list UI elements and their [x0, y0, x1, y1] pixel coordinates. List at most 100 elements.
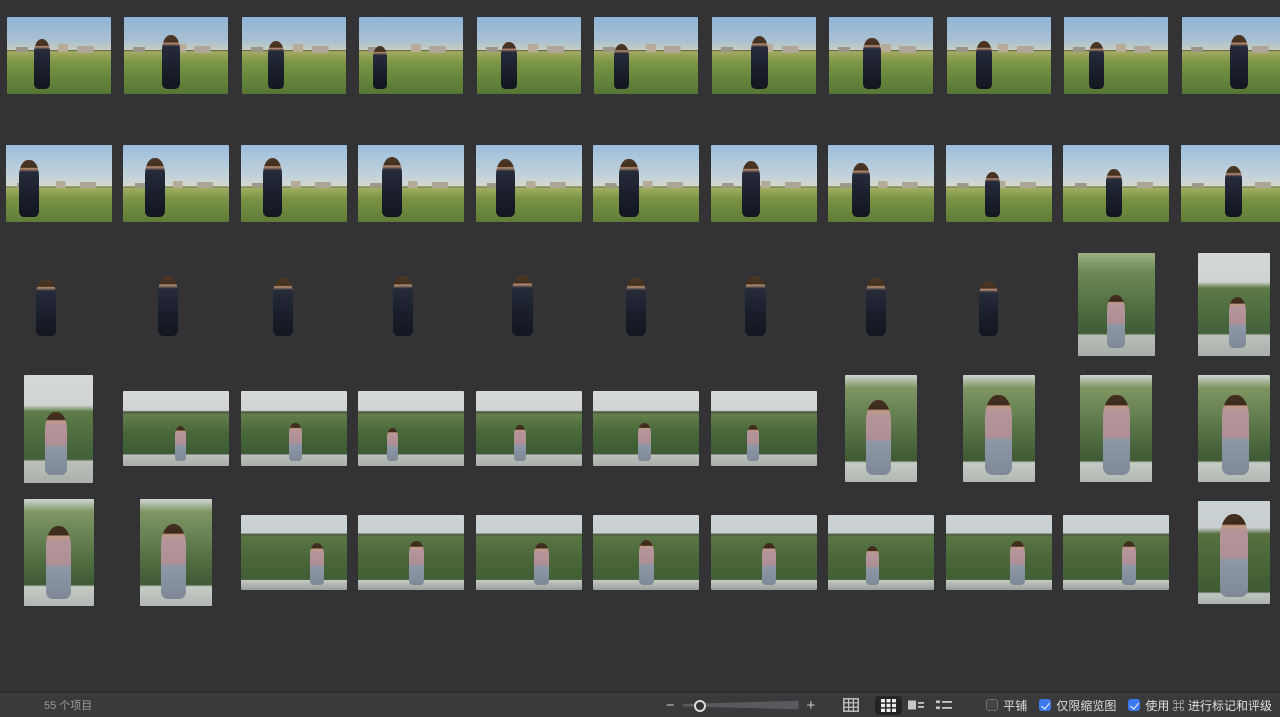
photo-thumbnail[interactable] — [241, 391, 347, 466]
person-figure — [393, 276, 413, 336]
photo-thumbnail[interactable] — [594, 267, 699, 342]
photo-thumbnail[interactable] — [946, 515, 1052, 590]
list-view-button[interactable] — [930, 696, 958, 715]
person-figure — [985, 395, 1012, 474]
photo-thumbnail[interactable] — [593, 145, 699, 222]
photo-thumbnail[interactable] — [946, 145, 1052, 222]
photo-thumbnail[interactable] — [1182, 17, 1280, 94]
photo-thumbnail[interactable] — [829, 17, 933, 94]
grid-cell — [823, 145, 941, 222]
photo-thumbnail[interactable] — [1063, 145, 1169, 222]
photo-thumbnail[interactable] — [829, 267, 934, 342]
person-figure — [1230, 35, 1248, 89]
checked-checkbox-icon[interactable] — [1128, 699, 1140, 711]
content-view-button[interactable] — [902, 696, 930, 715]
option-checkboxes: 平铺仅限缩览图使用 ⌘ 进行标记和评级 — [974, 697, 1272, 714]
photo-thumbnail[interactable] — [963, 375, 1035, 482]
grid-cell — [1058, 499, 1176, 606]
photo-thumbnail[interactable] — [241, 145, 347, 222]
photo-thumbnail[interactable] — [358, 145, 464, 222]
photo-thumbnail[interactable] — [828, 145, 934, 222]
person-figure — [534, 543, 548, 585]
photo-thumbnail[interactable] — [1198, 253, 1270, 356]
person-figure — [1229, 297, 1247, 349]
photo-thumbnail[interactable] — [124, 267, 229, 342]
photo-thumbnail[interactable] — [1064, 17, 1168, 94]
photo-thumbnail[interactable] — [123, 391, 229, 466]
grid-cell — [1175, 252, 1280, 356]
item-count-label: 55 个项目 — [0, 697, 92, 713]
photo-thumbnail[interactable] — [1198, 501, 1270, 604]
photo-thumbnail[interactable] — [358, 515, 464, 590]
grid-cell — [588, 374, 706, 483]
grid-cell — [1175, 17, 1280, 94]
person-figure — [614, 44, 629, 89]
zoom-out-button[interactable]: − — [662, 698, 679, 713]
photo-thumbnail[interactable] — [845, 375, 917, 482]
photo-thumbnail[interactable] — [6, 267, 111, 342]
photo-thumbnail[interactable] — [712, 17, 816, 94]
grid-cell — [0, 374, 118, 483]
photo-thumbnail[interactable] — [124, 17, 228, 94]
photo-thumbnail[interactable] — [24, 375, 93, 483]
photo-thumbnail[interactable] — [476, 515, 582, 590]
grid-view-button[interactable] — [875, 696, 902, 715]
person-figure — [310, 543, 324, 585]
person-figure — [145, 158, 165, 217]
photo-thumbnail[interactable] — [711, 391, 817, 466]
slider-knob[interactable] — [694, 700, 706, 712]
photo-thumbnail[interactable] — [241, 267, 346, 342]
photo-thumbnail[interactable] — [359, 267, 464, 342]
grid-cell — [0, 252, 118, 356]
photo-thumbnail[interactable] — [140, 499, 212, 606]
grid-outline-button[interactable] — [837, 696, 865, 715]
zoom-in-button[interactable]: + — [803, 698, 820, 713]
photo-thumbnail[interactable] — [711, 515, 817, 590]
photo-thumbnail[interactable] — [24, 499, 94, 606]
grid-cell — [940, 499, 1058, 606]
person-figure — [34, 39, 51, 88]
photo-thumbnail[interactable] — [476, 145, 582, 222]
person-figure — [45, 412, 66, 475]
person-figure — [162, 35, 180, 89]
use-cmd-tagging-checkbox[interactable]: 使用 ⌘ 进行标记和评级 — [1128, 697, 1272, 714]
photo-thumbnail[interactable] — [711, 145, 817, 222]
photo-thumbnail[interactable] — [1198, 375, 1270, 482]
photo-thumbnail[interactable] — [6, 145, 112, 222]
photo-thumbnail[interactable] — [241, 515, 347, 590]
photo-thumbnail[interactable] — [477, 17, 581, 94]
thumbnail-size-slider[interactable] — [683, 697, 799, 713]
grid-cell — [0, 499, 118, 606]
photo-thumbnail[interactable] — [123, 145, 229, 222]
photo-thumbnail[interactable] — [1063, 515, 1169, 590]
grid-cell — [588, 17, 706, 94]
photo-thumbnail[interactable] — [1078, 253, 1155, 356]
checkbox-label: 平铺 — [1003, 697, 1027, 714]
unchecked-checkbox-icon[interactable] — [986, 699, 998, 711]
photo-thumbnail[interactable] — [1181, 145, 1280, 222]
grid-cell — [235, 374, 353, 483]
photo-thumbnail[interactable] — [593, 515, 699, 590]
thumbnails-only-checkbox[interactable]: 仅限缩览图 — [1039, 697, 1116, 714]
photo-thumbnail[interactable] — [476, 267, 581, 342]
photo-thumbnail[interactable] — [828, 515, 934, 590]
tile-checkbox[interactable]: 平铺 — [986, 697, 1027, 714]
checked-checkbox-icon[interactable] — [1039, 699, 1051, 711]
photo-thumbnail[interactable] — [947, 17, 1051, 94]
photo-thumbnail[interactable] — [359, 17, 463, 94]
person-figure — [19, 160, 38, 217]
grid-row — [0, 145, 1280, 222]
person-figure — [263, 158, 283, 217]
person-figure — [866, 546, 879, 585]
photo-thumbnail[interactable] — [593, 391, 699, 466]
photo-thumbnail[interactable] — [594, 17, 698, 94]
photo-thumbnail[interactable] — [711, 267, 816, 342]
photo-thumbnail[interactable] — [242, 17, 346, 94]
photo-thumbnail[interactable] — [946, 267, 1051, 342]
photo-thumbnail[interactable] — [1080, 375, 1152, 482]
photo-thumbnail[interactable] — [476, 391, 582, 466]
person-figure — [742, 161, 761, 216]
photo-thumbnail[interactable] — [7, 17, 111, 94]
photo-thumbnail[interactable] — [358, 391, 464, 466]
grid-row — [0, 252, 1280, 356]
